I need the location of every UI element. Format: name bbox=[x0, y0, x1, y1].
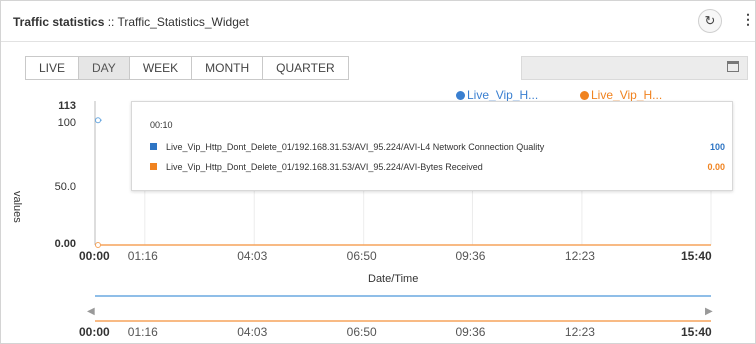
x-axis-title: Date/Time bbox=[368, 273, 419, 285]
x-tick-label: 01:16 bbox=[127, 249, 158, 263]
x-tick-label: 12:23 bbox=[564, 249, 595, 263]
chart-tooltip: 00:10 Live_Vip_Http_Dont_Delete_01/192.1… bbox=[131, 101, 733, 191]
tooltip-series-label: Live_Vip_Http_Dont_Delete_01/192.168.31.… bbox=[166, 142, 545, 152]
navigator-series-group bbox=[95, 295, 711, 322]
navigator-right-arrow[interactable]: ▶ bbox=[705, 306, 713, 317]
x-tick-label: 09:36 bbox=[455, 249, 486, 263]
navigator-x-tick-label: 00:00 bbox=[79, 325, 110, 339]
x-tick-label: 15:40 bbox=[681, 249, 712, 263]
traffic-statistics-widget: Traffic statistics :: Traffic_Statistics… bbox=[0, 0, 756, 344]
tooltip-row: Live_Vip_Http_Dont_Delete_01/192.168.31.… bbox=[150, 142, 725, 152]
navigator-x-tick-label: 12:23 bbox=[564, 325, 595, 339]
navigator-left-arrow[interactable]: ◀ bbox=[87, 306, 95, 317]
tooltip-time: 00:10 bbox=[150, 120, 173, 130]
tooltip-row: Live_Vip_Http_Dont_Delete_01/192.168.31.… bbox=[150, 162, 725, 172]
data-point bbox=[95, 117, 101, 124]
navigator-x-tick-label: 09:36 bbox=[455, 325, 486, 339]
series-color-icon bbox=[150, 143, 157, 150]
tooltip-series-value: 100 bbox=[709, 142, 725, 152]
navigator-x-tick-label: 04:03 bbox=[237, 325, 268, 339]
series-color-icon bbox=[150, 163, 157, 170]
navigator-x-tick-label: 06:50 bbox=[346, 325, 377, 339]
tooltip-series-label: Live_Vip_Http_Dont_Delete_01/192.168.31.… bbox=[166, 162, 483, 172]
x-tick-label: 06:50 bbox=[346, 249, 377, 263]
x-tick-label: 04:03 bbox=[237, 249, 268, 263]
navigator-x-tick-label: 15:40 bbox=[681, 325, 712, 339]
tooltip-series-value: 0.00 bbox=[707, 162, 725, 172]
data-point bbox=[95, 242, 101, 248]
navigator-x-tick-label: 01:16 bbox=[127, 325, 158, 339]
x-tick-label: 00:00 bbox=[79, 249, 110, 263]
